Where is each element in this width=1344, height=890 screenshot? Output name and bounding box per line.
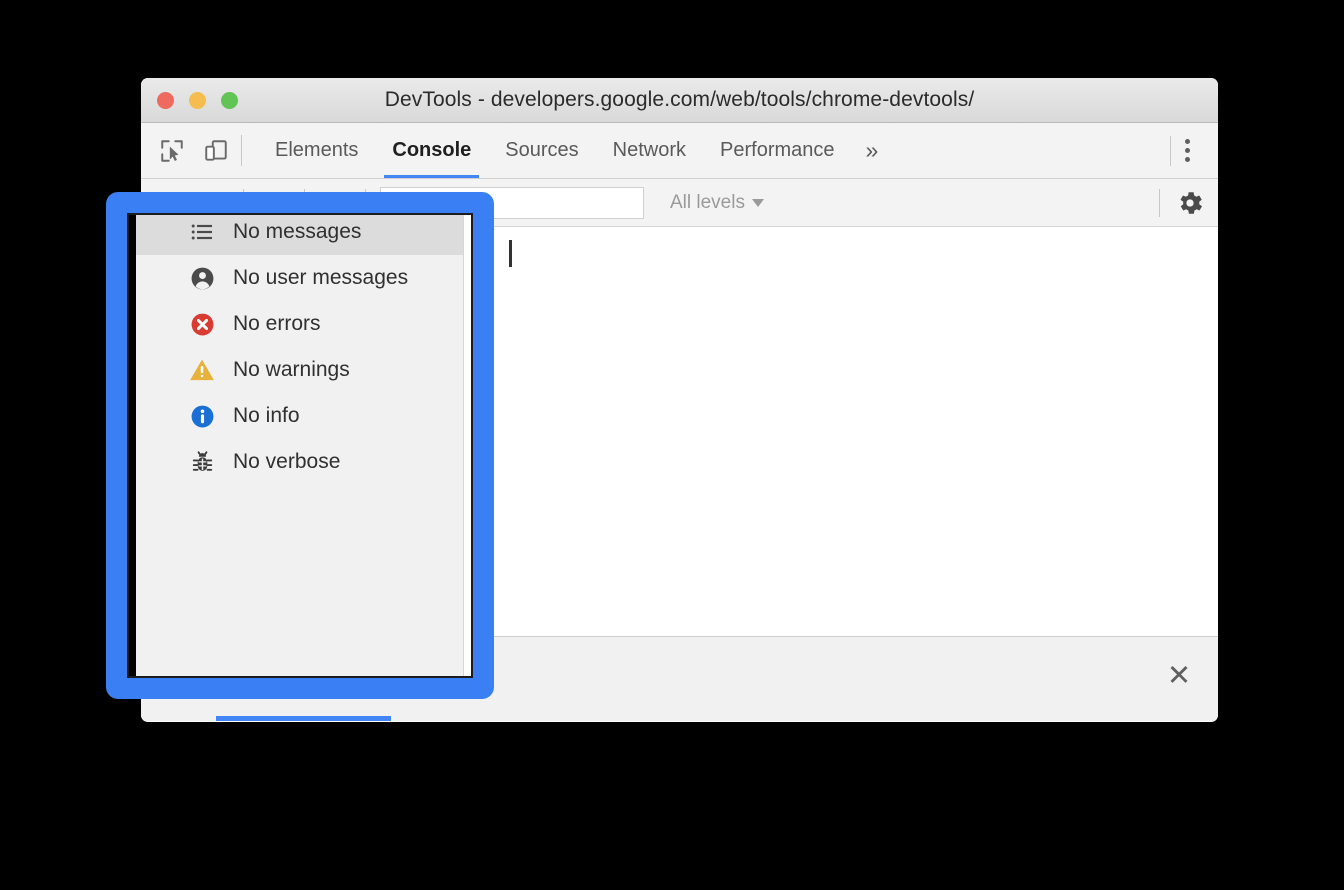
- dropdown-item-label: No verbose: [233, 450, 341, 473]
- screenshot-stage: DevTools - developers.google.com/web/too…: [0, 0, 1344, 890]
- tab-performance[interactable]: Performance: [703, 123, 852, 178]
- tab-network-label: Network: [612, 139, 687, 161]
- tab-overflow-label: »: [865, 137, 879, 163]
- tab-sources[interactable]: Sources: [488, 123, 595, 178]
- zoom-window-button[interactable]: [221, 91, 238, 109]
- dropdown-item-label: No user messages: [233, 266, 409, 289]
- tab-overflow-button[interactable]: »: [852, 123, 893, 178]
- tab-console-label: Console: [392, 139, 472, 161]
- gear-icon[interactable]: [1174, 188, 1206, 218]
- tab-elements[interactable]: Elements: [258, 123, 375, 178]
- tab-performance-label: Performance: [720, 139, 835, 161]
- log-levels-dropdown[interactable]: All levels: [670, 192, 764, 214]
- log-levels-label: All levels: [670, 191, 745, 213]
- dropdown-scrollbar[interactable]: [463, 209, 473, 679]
- device-toolbar-icon[interactable]: [201, 136, 231, 166]
- chevron-down-icon: [266, 197, 282, 208]
- dropdown-item-no-errors[interactable]: No errors: [136, 301, 473, 347]
- tab-sources-label: Sources: [505, 139, 579, 161]
- dropdown-item-label: No messages: [233, 220, 362, 243]
- dropdown-item-no-warnings[interactable]: No warnings: [136, 347, 473, 393]
- tab-bar-right: [1170, 123, 1218, 178]
- dropdown-item-no-info[interactable]: No info: [136, 393, 473, 439]
- person-icon: [189, 265, 215, 291]
- tab-elements-label: Elements: [275, 139, 359, 161]
- dropdown-item-label: No info: [233, 404, 300, 427]
- warning-icon: [189, 357, 215, 383]
- message-filter-dropdown: No messages No user messages No errors N…: [136, 209, 474, 680]
- dropdown-item-label: No warnings: [233, 358, 350, 381]
- list-icon: [189, 219, 215, 245]
- console-prompt-caret: [509, 240, 512, 267]
- error-icon: [189, 311, 215, 337]
- console-toolbar-right: [1159, 188, 1206, 218]
- tab-bar-divider-left: [241, 135, 242, 166]
- minimize-window-button[interactable]: [189, 91, 206, 109]
- close-drawer-button[interactable]: ✕: [1162, 659, 1196, 693]
- chevron-down-icon: [751, 198, 764, 207]
- devtools-tab-bar: Elements Console Sources Network Perform…: [141, 123, 1218, 179]
- dropdown-item-no-messages[interactable]: No messages: [136, 209, 473, 255]
- tab-bar-left-icons: [141, 123, 241, 178]
- inspect-element-icon[interactable]: [157, 136, 187, 166]
- title-bar: DevTools - developers.google.com/web/too…: [141, 78, 1218, 123]
- panel-tabs: Elements Console Sources Network Perform…: [258, 123, 892, 178]
- dropdown-item-label: No errors: [233, 312, 321, 335]
- traffic-lights: [157, 91, 238, 109]
- tab-console[interactable]: Console: [375, 123, 488, 178]
- dropdown-item-no-user-messages[interactable]: No user messages: [136, 255, 473, 301]
- dropdown-item-no-verbose[interactable]: No verbose: [136, 439, 473, 485]
- drawer-active-tab-underline: [216, 716, 391, 721]
- window-title: DevTools - developers.google.com/web/too…: [384, 88, 975, 111]
- close-window-button[interactable]: [157, 91, 174, 109]
- info-icon: [189, 403, 215, 429]
- tab-network[interactable]: Network: [596, 123, 703, 178]
- more-vertical-icon[interactable]: [1171, 139, 1204, 162]
- toolbar-divider-4: [1159, 188, 1160, 217]
- bug-icon: [189, 449, 215, 475]
